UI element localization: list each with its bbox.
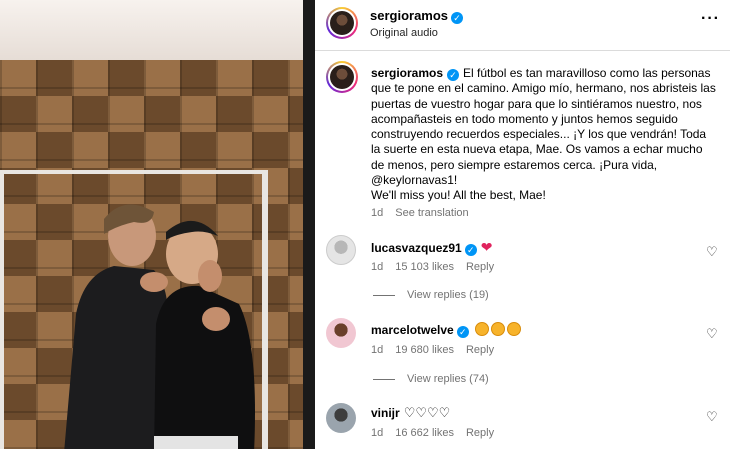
- heart-eyes-icon: [506, 322, 521, 336]
- author-username-row[interactable]: sergioramos ✓: [370, 8, 464, 24]
- video-ceiling: [0, 0, 315, 60]
- more-options-icon[interactable]: ···: [701, 10, 720, 28]
- post-video[interactable]: [0, 0, 315, 449]
- white-hearts: ♡♡♡♡: [403, 405, 451, 420]
- see-translation-button[interactable]: See translation: [395, 207, 468, 219]
- commenter-avatar[interactable]: [326, 403, 356, 433]
- comment-likes[interactable]: 19 680 likes: [395, 344, 454, 356]
- comment-3: vinijr ♡♡♡♡: [371, 405, 451, 421]
- verified-icon: ✓: [456, 326, 469, 338]
- comment-3-meta: 1d 16 662 likes Reply: [371, 427, 506, 439]
- comment-1: lucasvazquez91 ✓ ❤: [371, 239, 492, 256]
- verified-icon: ✓: [464, 244, 477, 256]
- post-header: sergioramos ✓ Original audio ···: [315, 0, 730, 51]
- audio-label[interactable]: Original audio: [370, 27, 438, 39]
- comment-username[interactable]: marcelotwelve: [371, 323, 454, 337]
- view-replies-label: View replies (74): [407, 373, 489, 385]
- verified-icon: ✓: [447, 69, 460, 81]
- reply-button[interactable]: Reply: [466, 261, 494, 273]
- author-avatar[interactable]: [326, 7, 358, 39]
- reply-button[interactable]: Reply: [466, 427, 494, 439]
- video-people-figure: [64, 204, 255, 449]
- caption-mention[interactable]: @keylornavas1!: [371, 173, 457, 187]
- comment-time[interactable]: 1d: [371, 344, 383, 356]
- author-username[interactable]: sergioramos: [370, 8, 448, 23]
- comment-time[interactable]: 1d: [371, 261, 383, 273]
- comment-2-meta: 1d 19 680 likes Reply: [371, 344, 506, 356]
- caption-time[interactable]: 1d: [371, 207, 383, 219]
- caption-avatar[interactable]: [326, 61, 358, 93]
- comment-username[interactable]: lucasvazquez91: [371, 241, 462, 255]
- video-edge: [303, 0, 315, 449]
- view-replies-label: View replies (19): [407, 289, 489, 301]
- view-replies-button[interactable]: View replies (19): [373, 289, 489, 301]
- post-caption: sergioramos ✓ El fútbol es tan maravilloso…: [371, 66, 716, 204]
- commenter-avatar[interactable]: [326, 318, 356, 348]
- like-comment-icon[interactable]: ♡: [706, 409, 718, 425]
- reply-button[interactable]: Reply: [466, 344, 494, 356]
- heart-eyes-icon: [474, 322, 489, 336]
- caption-meta: 1d See translation: [371, 207, 481, 219]
- caption-text: El fútbol es tan maravilloso como las pe…: [371, 66, 716, 172]
- comment-1-meta: 1d 15 103 likes Reply: [371, 261, 506, 273]
- caption-username[interactable]: sergioramos: [371, 66, 443, 80]
- video-mirror-frame: [0, 170, 268, 449]
- view-replies-button[interactable]: View replies (74): [373, 373, 489, 385]
- like-comment-icon[interactable]: ♡: [706, 244, 718, 260]
- red-heart-icon: ❤: [480, 239, 493, 255]
- comment-username[interactable]: vinijr: [371, 406, 400, 420]
- commenter-avatar[interactable]: [326, 235, 356, 265]
- heart-eyes-icon: [490, 322, 505, 336]
- post-details-panel: sergioramos ✓ Original audio ··· sergiora…: [315, 0, 730, 449]
- comment-likes[interactable]: 15 103 likes: [395, 261, 454, 273]
- comment-2: marcelotwelve ✓: [371, 322, 523, 338]
- like-comment-icon[interactable]: ♡: [706, 326, 718, 342]
- comment-likes[interactable]: 16 662 likes: [395, 427, 454, 439]
- comment-time[interactable]: 1d: [371, 427, 383, 439]
- caption-english: We'll miss you! All the best, Mae!: [371, 188, 546, 203]
- verified-icon: ✓: [451, 12, 464, 24]
